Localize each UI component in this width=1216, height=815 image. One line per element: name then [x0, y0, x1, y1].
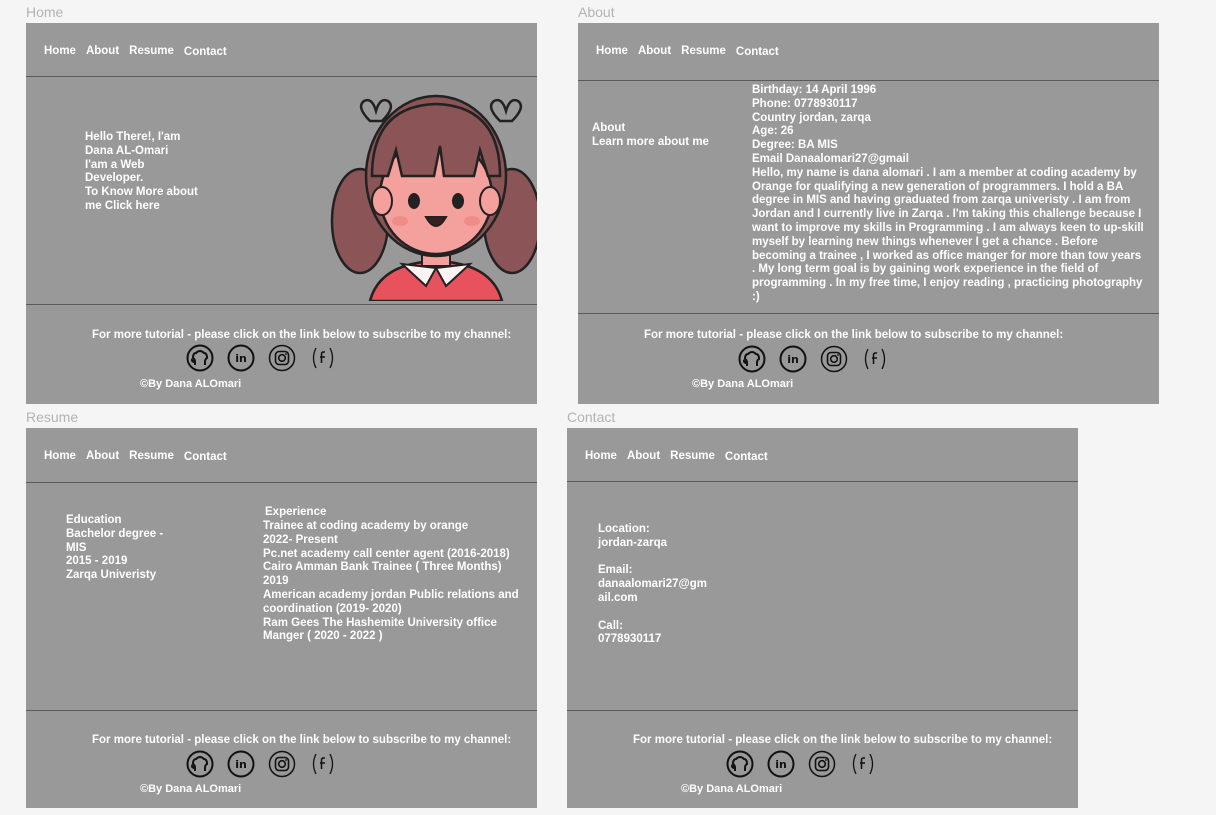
nav-home[interactable]: Home — [44, 450, 76, 463]
contact-details: Location: jordan-zarqa Email: danaalomar… — [598, 523, 708, 646]
github-icon[interactable] — [186, 344, 214, 372]
nav-resume[interactable]: Resume — [670, 450, 715, 463]
instagram-icon[interactable] — [820, 345, 848, 373]
about-heading: About Learn more about me — [592, 122, 709, 148]
nav-resume[interactable]: Resume — [129, 450, 174, 463]
social-icons: in — [186, 750, 350, 778]
navbar: Home About Resume Contact — [44, 450, 237, 463]
instagram-icon[interactable] — [268, 344, 296, 372]
nav-contact[interactable]: Contact — [184, 46, 227, 58]
facebook-icon[interactable] — [849, 750, 877, 778]
avatar-girl-illustration — [330, 94, 537, 301]
contact-frame: Home About Resume Contact Location: jord… — [567, 428, 1078, 808]
navbar: Home About Resume Contact — [44, 45, 237, 58]
home-frame: Home About Resume Contact Hello There!, … — [26, 23, 537, 404]
footer-divider — [567, 710, 1078, 711]
footer-tagline: For more tutorial - please click on the … — [92, 734, 512, 746]
linkedin-icon[interactable]: in — [767, 750, 795, 778]
footer-divider — [26, 304, 537, 305]
intro-text[interactable]: Hello There!, I'am Dana AL-Omari I'am a … — [85, 131, 198, 214]
copyright: ©By Dana ALOmari — [140, 378, 242, 390]
nav-contact[interactable]: Contact — [736, 46, 779, 58]
copyright: ©By Dana ALOmari — [681, 783, 783, 795]
nav-home[interactable]: Home — [585, 450, 617, 463]
nav-about[interactable]: About — [627, 450, 660, 463]
nav-resume[interactable]: Resume — [681, 45, 726, 58]
nav-about[interactable]: About — [86, 450, 119, 463]
header-divider — [26, 482, 537, 483]
linkedin-icon[interactable]: in — [779, 345, 807, 373]
header-divider — [26, 76, 537, 77]
svg-text:in: in — [235, 758, 247, 771]
instagram-icon[interactable] — [268, 750, 296, 778]
experience-block: Trainee at coding academy by orange 2022… — [263, 520, 519, 643]
social-icons: in — [186, 344, 350, 372]
about-frame: Home About Resume Contact About Learn mo… — [578, 23, 1159, 404]
github-icon[interactable] — [738, 345, 766, 373]
social-icons: in — [726, 750, 890, 778]
nav-resume[interactable]: Resume — [129, 45, 174, 58]
nav-about[interactable]: About — [638, 45, 671, 58]
experience-title: Experience — [265, 506, 327, 518]
linkedin-icon[interactable]: in — [227, 344, 255, 372]
header-divider — [578, 80, 1159, 81]
footer-divider — [578, 313, 1159, 314]
instagram-icon[interactable] — [808, 750, 836, 778]
header-divider — [567, 481, 1078, 482]
nav-home[interactable]: Home — [596, 45, 628, 58]
facebook-icon[interactable] — [861, 345, 889, 373]
education-block: Education Bachelor degree - MIS 2015 - 2… — [66, 514, 164, 582]
copyright: ©By Dana ALOmari — [140, 783, 242, 795]
frame-label-about: About — [578, 4, 615, 20]
svg-text:in: in — [775, 758, 787, 771]
footer-tagline: For more tutorial - please click on the … — [633, 734, 1053, 746]
svg-text:in: in — [787, 353, 799, 366]
nav-about[interactable]: About — [86, 45, 119, 58]
github-icon[interactable] — [186, 750, 214, 778]
github-icon[interactable] — [726, 750, 754, 778]
social-icons: in — [738, 345, 902, 373]
facebook-icon[interactable] — [309, 750, 337, 778]
about-details: Birthday: 14 April 1996 Phone: 077893011… — [752, 84, 1144, 303]
navbar: Home About Resume Contact — [596, 45, 789, 58]
linkedin-icon[interactable]: in — [227, 750, 255, 778]
footer-tagline: For more tutorial - please click on the … — [644, 329, 1064, 341]
resume-frame: Home About Resume Contact Education Bach… — [26, 428, 537, 808]
nav-contact[interactable]: Contact — [725, 451, 768, 463]
frame-label-resume: Resume — [26, 409, 79, 425]
frame-label-contact: Contact — [567, 409, 616, 425]
frame-label-home: Home — [26, 4, 64, 20]
svg-text:in: in — [235, 352, 247, 365]
footer-tagline: For more tutorial - please click on the … — [92, 329, 512, 341]
navbar: Home About Resume Contact — [585, 450, 778, 463]
footer-divider — [26, 710, 537, 711]
copyright: ©By Dana ALOmari — [692, 378, 794, 390]
nav-contact[interactable]: Contact — [184, 451, 227, 463]
nav-home[interactable]: Home — [44, 45, 76, 58]
facebook-icon[interactable] — [309, 344, 337, 372]
